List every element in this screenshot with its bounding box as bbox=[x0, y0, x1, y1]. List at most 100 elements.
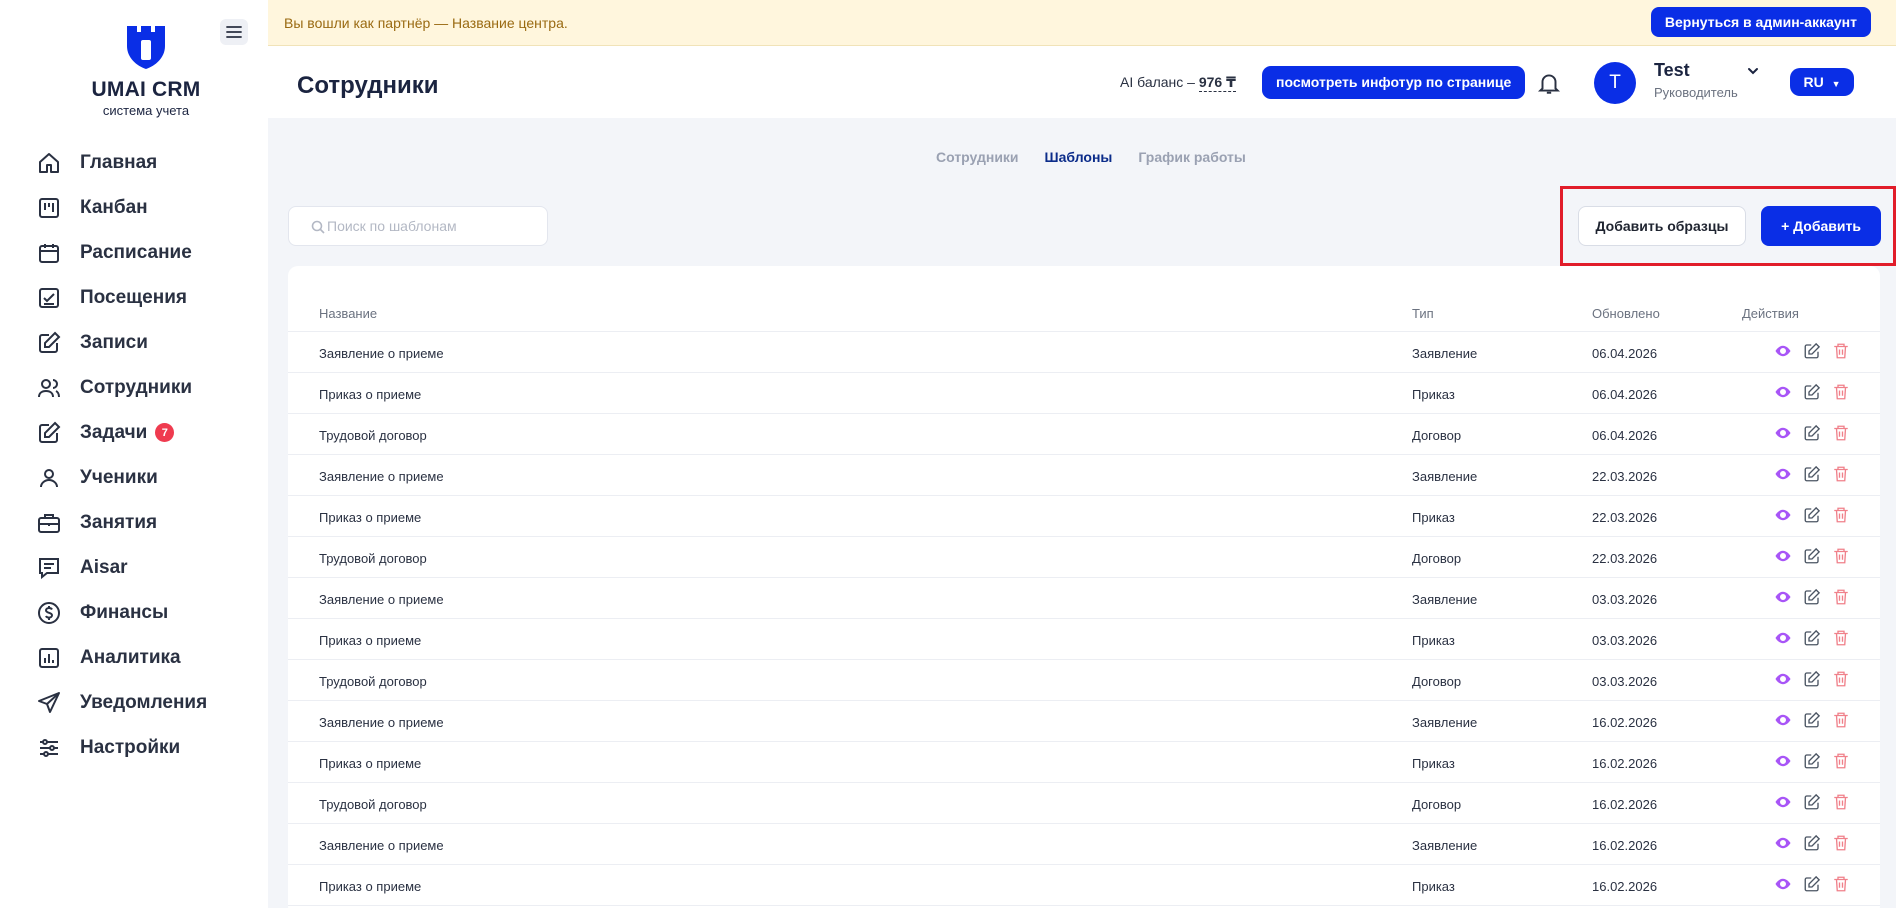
view-icon[interactable] bbox=[1774, 342, 1792, 360]
edit-icon[interactable] bbox=[1803, 383, 1821, 401]
sidebar-item-label: Главная bbox=[80, 151, 158, 173]
edit-icon[interactable] bbox=[1803, 506, 1821, 524]
search-input[interactable] bbox=[327, 207, 537, 245]
delete-icon[interactable] bbox=[1832, 547, 1850, 565]
tab-templates[interactable]: Шаблоны bbox=[1045, 149, 1113, 165]
table-row[interactable]: Приказ о приеме Приказ 06.04.2026 bbox=[288, 373, 1880, 414]
edit-icon[interactable] bbox=[1803, 424, 1821, 442]
table-row[interactable]: Заявление о приеме Заявление 16.02.2026 bbox=[288, 824, 1880, 865]
sidebar-item-finance[interactable]: Финансы bbox=[36, 590, 207, 635]
template-updated-date: 16.02.2026 bbox=[1592, 838, 1658, 853]
sidebar-item-notifications[interactable]: Уведомления bbox=[36, 680, 207, 725]
logo-shield-icon bbox=[127, 26, 165, 69]
edit-icon[interactable] bbox=[1803, 629, 1821, 647]
delete-icon[interactable] bbox=[1832, 875, 1850, 893]
edit-icon[interactable] bbox=[1803, 834, 1821, 852]
view-icon[interactable] bbox=[1774, 875, 1792, 893]
delete-icon[interactable] bbox=[1832, 342, 1850, 360]
bell-icon[interactable] bbox=[1536, 70, 1562, 96]
user-name[interactable]: Test bbox=[1654, 60, 1690, 81]
table-row[interactable]: Заявление о приеме Заявление 06.04.2026 bbox=[288, 332, 1880, 373]
sidebar-item-employees[interactable]: Сотрудники bbox=[36, 365, 207, 410]
table-row[interactable]: Трудовой договор Договор 16.02.2026 bbox=[288, 783, 1880, 824]
view-icon[interactable] bbox=[1774, 752, 1792, 770]
edit-icon[interactable] bbox=[1803, 588, 1821, 606]
delete-icon[interactable] bbox=[1832, 752, 1850, 770]
row-actions bbox=[1774, 629, 1850, 647]
edit-icon[interactable] bbox=[1803, 752, 1821, 770]
view-icon[interactable] bbox=[1774, 588, 1792, 606]
delete-icon[interactable] bbox=[1832, 506, 1850, 524]
view-icon[interactable] bbox=[1774, 465, 1792, 483]
edit-icon[interactable] bbox=[1803, 465, 1821, 483]
sidebar-item-attendance[interactable]: Посещения bbox=[36, 275, 207, 320]
sidebar-item-kanban[interactable]: Канбан bbox=[36, 185, 207, 230]
delete-icon[interactable] bbox=[1832, 834, 1850, 852]
table-row[interactable]: Трудовой договор Договор 03.03.2026 bbox=[288, 660, 1880, 701]
column-header-type: Тип bbox=[1412, 306, 1434, 321]
edit-icon[interactable] bbox=[1803, 875, 1821, 893]
sidebar-item-records[interactable]: Записи bbox=[36, 320, 207, 365]
table-row[interactable]: Приказ о приеме Приказ 16.02.2026 bbox=[288, 865, 1880, 906]
chat-icon bbox=[36, 555, 62, 581]
table-row[interactable]: Трудовой договор Договор 06.04.2026 bbox=[288, 414, 1880, 455]
view-icon[interactable] bbox=[1774, 670, 1792, 688]
chevron-down-icon[interactable] bbox=[1746, 64, 1760, 78]
kanban-icon bbox=[36, 195, 62, 221]
edit-icon[interactable] bbox=[1803, 342, 1821, 360]
table-row[interactable]: Трудовой договор Договор 22.03.2026 bbox=[288, 537, 1880, 578]
sidebar-item-schedule[interactable]: Расписание bbox=[36, 230, 207, 275]
info-tour-button[interactable]: посмотреть инфотур по странице bbox=[1262, 66, 1526, 99]
edit-icon[interactable] bbox=[1803, 547, 1821, 565]
add-template-button[interactable]: + Добавить bbox=[1761, 206, 1881, 246]
sidebar-item-students[interactable]: Ученики bbox=[36, 455, 207, 500]
delete-icon[interactable] bbox=[1832, 711, 1850, 729]
table-row[interactable]: Заявление о приеме Заявление 16.02.2026 bbox=[288, 701, 1880, 742]
view-icon[interactable] bbox=[1774, 629, 1792, 647]
delete-icon[interactable] bbox=[1832, 793, 1850, 811]
sidebar-item-tasks[interactable]: Задачи 7 bbox=[36, 410, 207, 455]
sidebar-item-analytics[interactable]: Аналитика bbox=[36, 635, 207, 680]
table-row[interactable]: Приказ о приеме Приказ 22.03.2026 bbox=[288, 496, 1880, 537]
edit-icon[interactable] bbox=[1803, 711, 1821, 729]
templates-table: Название Тип Обновлено Действия Заявлени… bbox=[288, 266, 1880, 908]
sidebar-item-lessons[interactable]: Занятия bbox=[36, 500, 207, 545]
table-row[interactable]: Заявление о приеме Заявление 03.03.2026 bbox=[288, 578, 1880, 619]
template-name: Приказ о приеме bbox=[319, 879, 422, 894]
view-icon[interactable] bbox=[1774, 547, 1792, 565]
return-to-admin-button[interactable]: Вернуться в админ-аккаунт bbox=[1650, 7, 1871, 37]
table-row[interactable]: Приказ о приеме Приказ 03.03.2026 bbox=[288, 619, 1880, 660]
avatar[interactable]: T bbox=[1594, 62, 1636, 104]
delete-icon[interactable] bbox=[1832, 588, 1850, 606]
delete-icon[interactable] bbox=[1832, 383, 1850, 401]
language-select[interactable]: RU ▼ bbox=[1790, 68, 1854, 96]
delete-icon[interactable] bbox=[1832, 424, 1850, 442]
view-icon[interactable] bbox=[1774, 506, 1792, 524]
view-icon[interactable] bbox=[1774, 424, 1792, 442]
template-name: Заявление о приеме bbox=[319, 715, 444, 730]
table-row[interactable]: Приказ о приеме Приказ 16.02.2026 bbox=[288, 742, 1880, 783]
delete-icon[interactable] bbox=[1832, 670, 1850, 688]
view-icon[interactable] bbox=[1774, 383, 1792, 401]
add-samples-button[interactable]: Добавить образцы bbox=[1578, 206, 1746, 246]
menu-toggle-button[interactable] bbox=[220, 19, 248, 45]
sidebar-item-aisar[interactable]: Aisar bbox=[36, 545, 207, 590]
view-icon[interactable] bbox=[1774, 834, 1792, 852]
tab-work-schedule[interactable]: График работы bbox=[1138, 149, 1246, 165]
view-icon[interactable] bbox=[1774, 793, 1792, 811]
delete-icon[interactable] bbox=[1832, 465, 1850, 483]
sidebar-item-home[interactable]: Главная bbox=[36, 140, 207, 185]
table-row[interactable]: Заявление о приеме Заявление 22.03.2026 bbox=[288, 455, 1880, 496]
sidebar-item-settings[interactable]: Настройки bbox=[36, 725, 207, 770]
ai-balance-value[interactable]: 976 ₸ bbox=[1198, 74, 1236, 92]
template-type: Договор bbox=[1412, 797, 1462, 812]
delete-icon[interactable] bbox=[1832, 629, 1850, 647]
tab-employees[interactable]: Сотрудники bbox=[936, 149, 1019, 165]
logo[interactable]: UMAI CRM система учета bbox=[76, 22, 216, 118]
employees-tabs: Сотрудники Шаблоны График работы bbox=[936, 149, 1246, 165]
send-icon bbox=[36, 690, 62, 716]
edit-icon[interactable] bbox=[1803, 793, 1821, 811]
view-icon[interactable] bbox=[1774, 711, 1792, 729]
language-value: RU bbox=[1803, 74, 1824, 90]
edit-icon[interactable] bbox=[1803, 670, 1821, 688]
